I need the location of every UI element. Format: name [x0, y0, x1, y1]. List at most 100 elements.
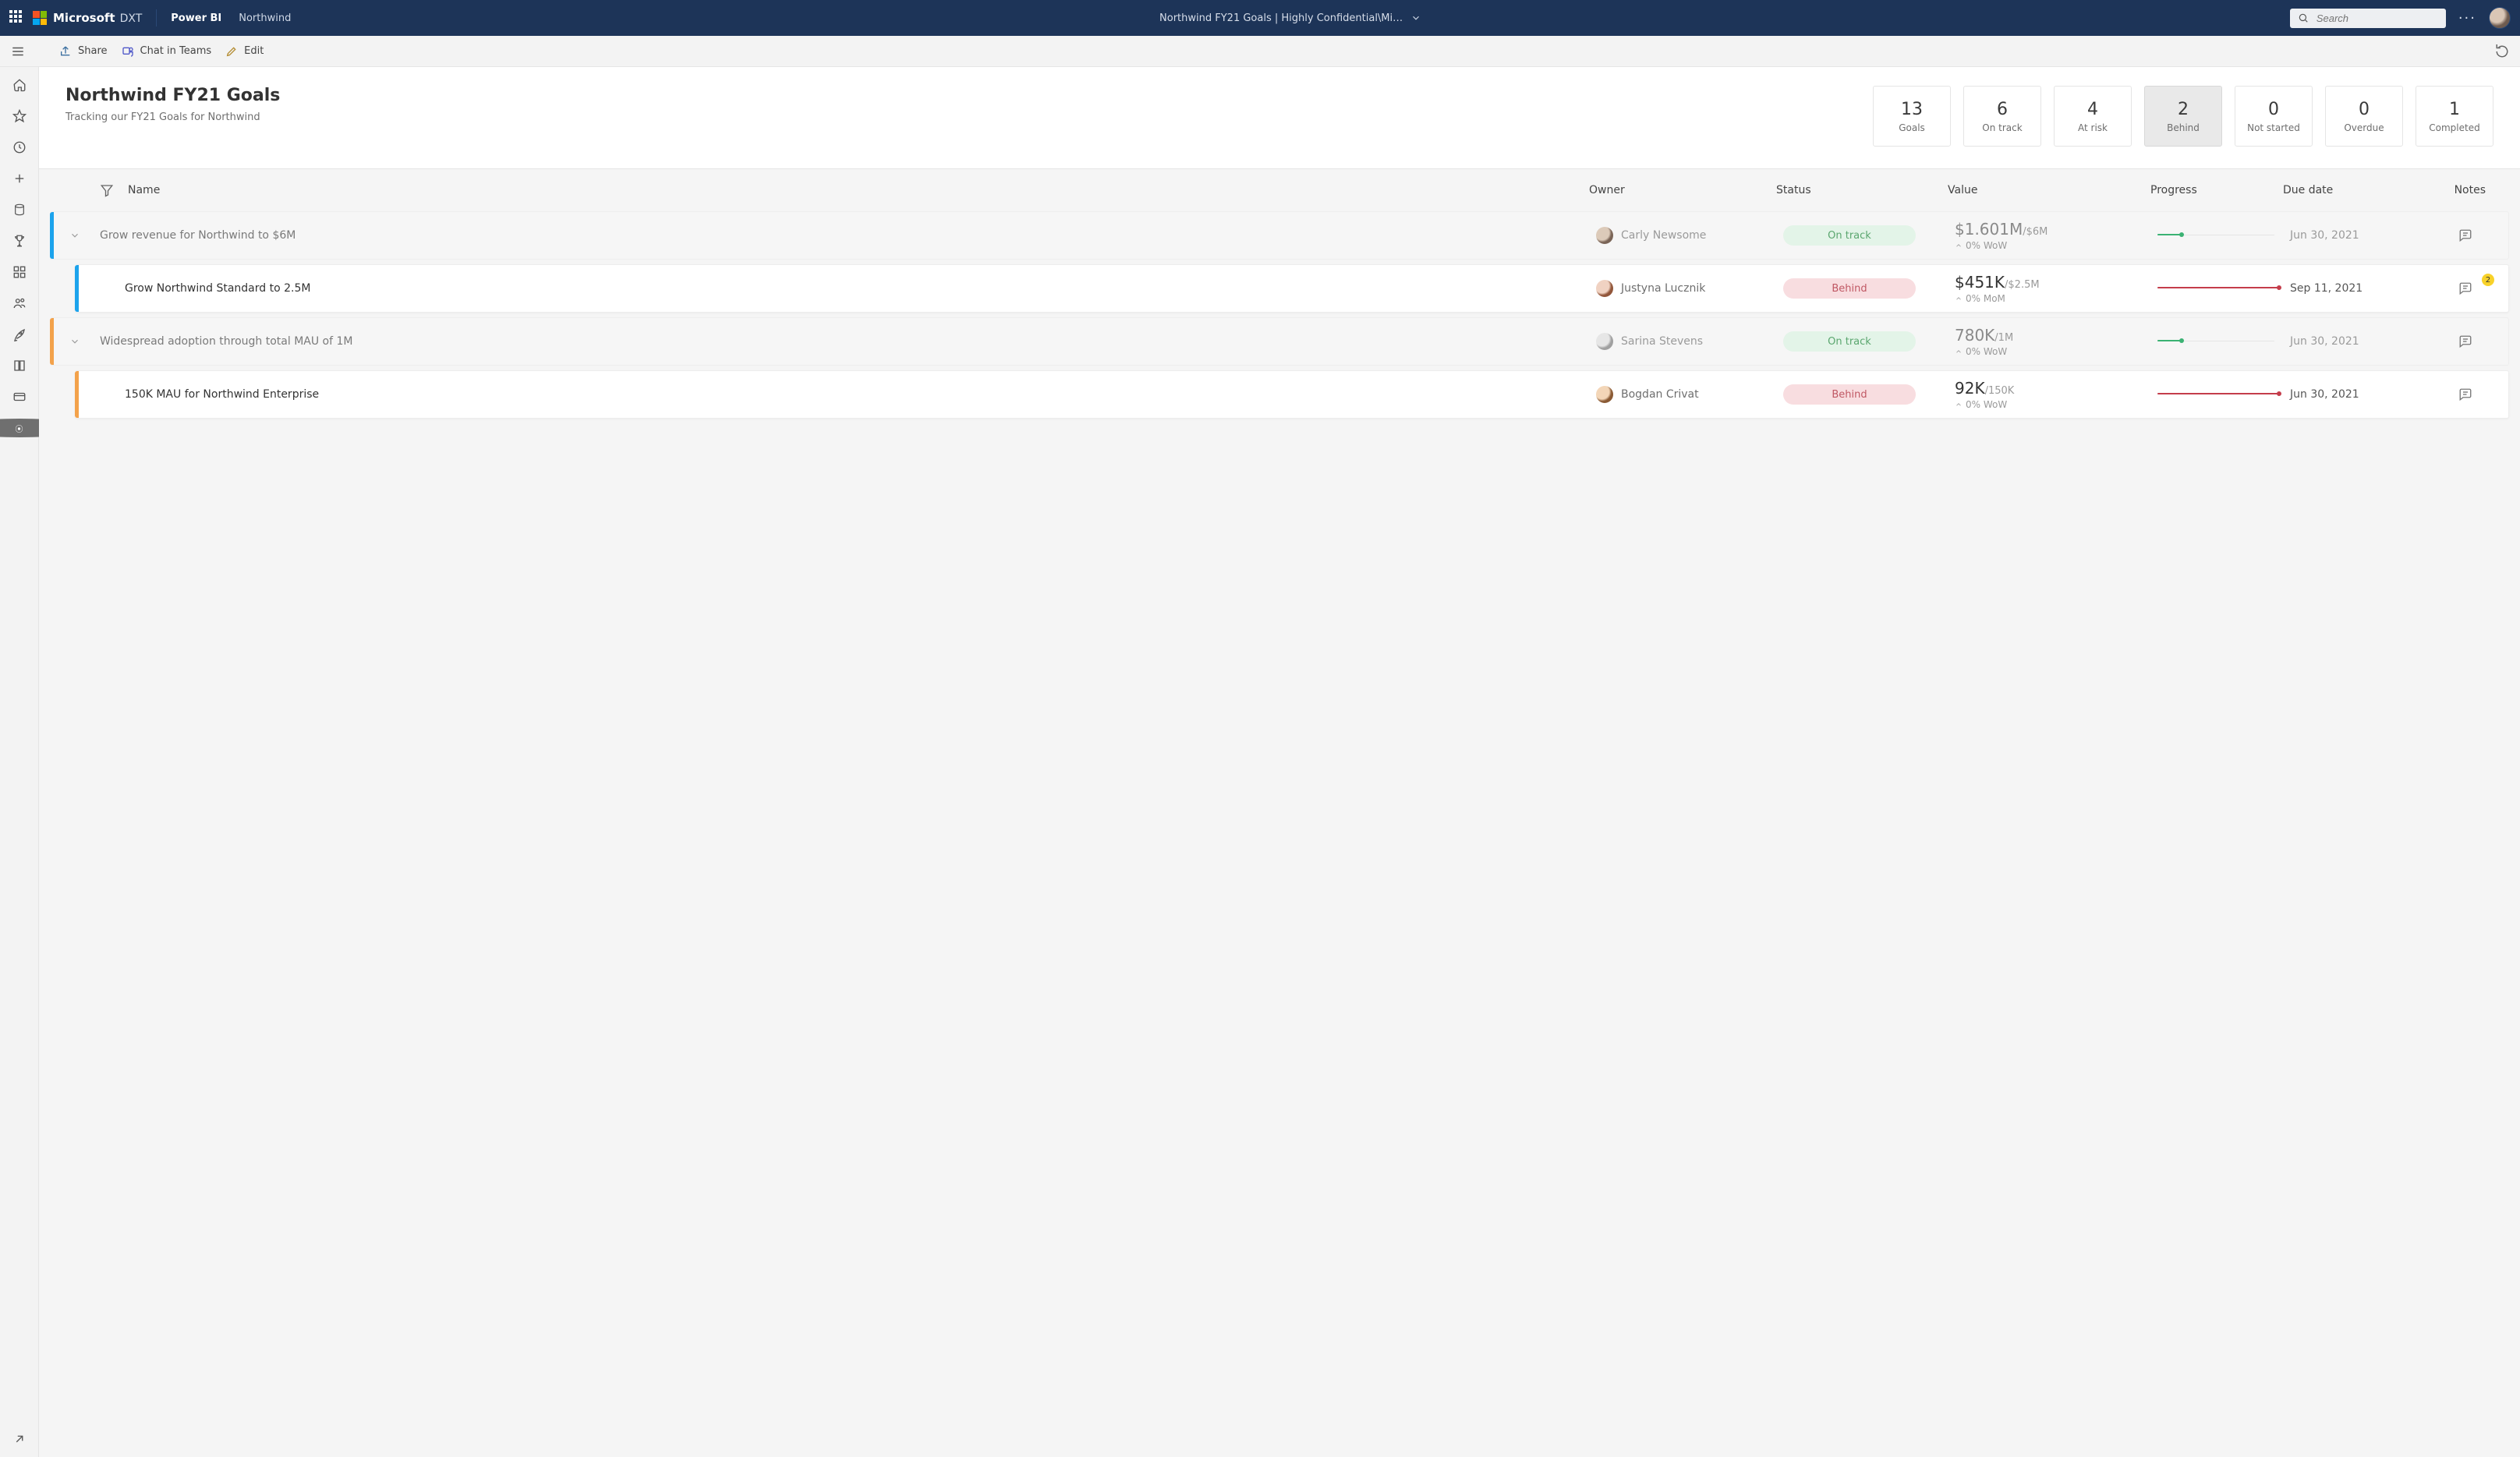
- stat-label: Not started: [2247, 122, 2300, 133]
- search-input[interactable]: [2315, 12, 2438, 25]
- apps-icon[interactable]: [11, 263, 28, 281]
- goal-name: Grow revenue for Northwind to $6M: [100, 229, 1596, 242]
- page-title: Northwind FY21 Goals: [65, 86, 280, 105]
- goal-row[interactable]: Grow revenue for Northwind to $6M Carly …: [50, 211, 2509, 260]
- star-icon[interactable]: [11, 108, 28, 125]
- goal-owner[interactable]: Bogdan Crivat: [1596, 386, 1783, 403]
- col-due[interactable]: Due date: [2283, 184, 2416, 196]
- col-status[interactable]: Status: [1776, 184, 1948, 196]
- expand-toggle[interactable]: [50, 336, 100, 347]
- search-icon: [2298, 12, 2309, 23]
- stat-value: 6: [1997, 100, 2008, 119]
- share-label: Share: [78, 45, 108, 57]
- col-value[interactable]: Value: [1948, 184, 2150, 196]
- workspace-icon[interactable]: [11, 388, 28, 405]
- col-name[interactable]: Name: [128, 184, 160, 196]
- goal-owner[interactable]: Carly Newsome: [1596, 227, 1783, 244]
- goal-row[interactable]: 150K MAU for Northwind Enterprise Bogdan…: [75, 370, 2509, 419]
- hamburger-icon[interactable]: [11, 44, 25, 58]
- home-icon[interactable]: [11, 76, 28, 94]
- row-stripe: [75, 371, 79, 418]
- book-icon[interactable]: [11, 357, 28, 374]
- stat-value: 4: [2087, 100, 2098, 119]
- microsoft-logo: MicrosoftDXT: [33, 11, 142, 25]
- col-notes[interactable]: Notes: [2416, 184, 2501, 196]
- user-avatar[interactable]: [2489, 7, 2511, 29]
- clock-icon[interactable]: [11, 139, 28, 156]
- goal-value: $451K/$2.5M 0% MoM: [1955, 273, 2157, 304]
- expand-toggle[interactable]: [50, 230, 100, 241]
- brand-text: Microsoft: [53, 11, 115, 25]
- stat-value: 0: [2268, 100, 2279, 119]
- goal-due-date: Jun 30, 2021: [2290, 388, 2423, 401]
- stat-label: At risk: [2078, 122, 2108, 133]
- stat-label: Overdue: [2344, 122, 2384, 133]
- goal-value: 780K/1M 0% WoW: [1955, 326, 2157, 357]
- edit-label: Edit: [244, 45, 264, 57]
- share-icon: [59, 45, 72, 58]
- goal-status[interactable]: Behind: [1783, 384, 1955, 405]
- app-launcher-icon[interactable]: [9, 10, 25, 26]
- filter-icon[interactable]: [100, 183, 114, 197]
- chat-button[interactable]: Chat in Teams: [122, 45, 212, 58]
- goal-progress: [2157, 392, 2290, 397]
- stat-card-completed[interactable]: 1 Completed: [2416, 86, 2493, 147]
- external-link-icon[interactable]: [11, 1430, 28, 1448]
- refresh-icon[interactable]: [2495, 44, 2509, 58]
- chevron-down-icon[interactable]: [1410, 12, 1421, 23]
- goal-notes-button[interactable]: [2423, 334, 2508, 348]
- teams-icon: [122, 45, 134, 58]
- stat-value: 13: [1901, 100, 1923, 119]
- search-box[interactable]: [2290, 9, 2446, 28]
- app-name[interactable]: Power BI: [171, 12, 221, 24]
- page-header: Northwind FY21 Goals Tracking our FY21 G…: [39, 67, 2520, 169]
- goal-owner[interactable]: Justyna Lucznik: [1596, 280, 1783, 297]
- col-owner[interactable]: Owner: [1589, 184, 1776, 196]
- goal-row[interactable]: Grow Northwind Standard to 2.5M Justyna …: [75, 264, 2509, 313]
- stat-card-goals[interactable]: 13 Goals: [1873, 86, 1951, 147]
- goal-progress: [2157, 339, 2290, 344]
- header-center: Northwind FY21 Goals | Highly Confidenti…: [299, 12, 2281, 24]
- stat-card-not-started[interactable]: 0 Not started: [2235, 86, 2313, 147]
- trophy-icon[interactable]: [11, 232, 28, 249]
- stat-card-overdue[interactable]: 0 Overdue: [2325, 86, 2403, 147]
- col-progress[interactable]: Progress: [2150, 184, 2283, 196]
- more-icon[interactable]: ···: [2454, 10, 2481, 27]
- people-icon[interactable]: [11, 295, 28, 312]
- workspace-pill-icon[interactable]: ⦿: [11, 419, 28, 437]
- goal-notes-button[interactable]: [2423, 387, 2508, 401]
- goal-status[interactable]: Behind: [1783, 278, 1955, 299]
- goal-notes-button[interactable]: 2: [2423, 281, 2508, 295]
- microsoft-logo-icon: [33, 11, 47, 25]
- workspace-name[interactable]: Northwind: [239, 12, 291, 24]
- owner-avatar: [1596, 386, 1613, 403]
- goal-progress: [2157, 233, 2290, 238]
- header-separator: [156, 9, 157, 27]
- page-subtitle: Tracking our FY21 Goals for Northwind: [65, 111, 280, 123]
- owner-name: Carly Newsome: [1621, 229, 1706, 242]
- owner-avatar: [1596, 280, 1613, 297]
- document-title[interactable]: Northwind FY21 Goals | Highly Confidenti…: [1159, 12, 1403, 24]
- plus-icon[interactable]: [11, 170, 28, 187]
- global-header: MicrosoftDXT Power BI Northwind Northwin…: [0, 0, 2520, 36]
- chat-label: Chat in Teams: [140, 45, 212, 57]
- edit-button[interactable]: Edit: [225, 45, 264, 58]
- owner-name: Sarina Stevens: [1621, 335, 1703, 348]
- stat-card-on-track[interactable]: 6 On track: [1963, 86, 2041, 147]
- goal-notes-button[interactable]: [2423, 228, 2508, 242]
- stat-card-behind[interactable]: 2 Behind: [2144, 86, 2222, 147]
- goal-status[interactable]: On track: [1783, 225, 1955, 246]
- goal-owner[interactable]: Sarina Stevens: [1596, 333, 1783, 350]
- left-nav: ⦿: [0, 67, 39, 1457]
- goal-row[interactable]: Widespread adoption through total MAU of…: [50, 317, 2509, 366]
- owner-avatar: [1596, 227, 1613, 244]
- goal-status[interactable]: On track: [1783, 331, 1955, 352]
- share-button[interactable]: Share: [59, 45, 108, 58]
- stat-card-at-risk[interactable]: 4 At risk: [2054, 86, 2132, 147]
- stat-label: Completed: [2429, 122, 2479, 133]
- rocket-icon[interactable]: [11, 326, 28, 343]
- owner-avatar: [1596, 333, 1613, 350]
- stat-value: 1: [2449, 100, 2460, 119]
- goal-due-date: Jun 30, 2021: [2290, 229, 2423, 242]
- database-icon[interactable]: [11, 201, 28, 218]
